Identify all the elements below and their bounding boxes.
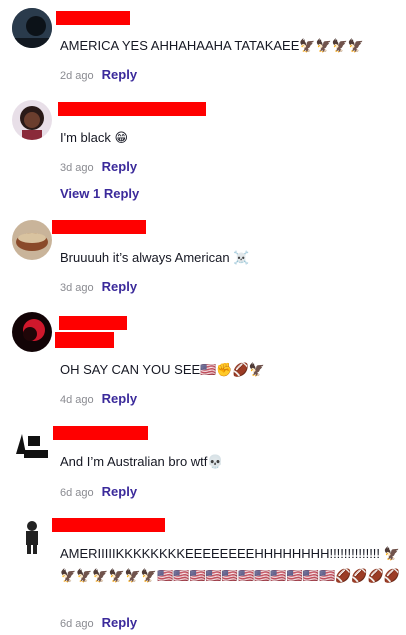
username-redacted: [56, 11, 130, 25]
username-redacted: [58, 102, 206, 116]
comment-meta: 3d ago Reply: [60, 279, 137, 294]
avatar[interactable]: [12, 424, 52, 464]
night-sky-avatar-image: [12, 8, 52, 48]
person-avatar-image: [12, 100, 52, 140]
comment-text: And I’m Australian bro wtf💀: [60, 454, 224, 469]
timestamp: 2d ago: [60, 70, 94, 82]
username-redacted: [53, 426, 148, 440]
timestamp: 6d ago: [60, 618, 94, 630]
comment-text: Bruuuuh it’s always American ☠️: [60, 250, 250, 265]
reply-button[interactable]: Reply: [102, 279, 137, 294]
comment: I'm black 😁 3d ago Reply View 1 Reply: [0, 92, 406, 204]
comment-meta: 3d ago Reply: [60, 159, 137, 174]
comment-text: AMERICA YES AHHAHAAHA TATAKAEE🦅🦅🦅🦅: [60, 38, 365, 53]
figure-avatar-image: [12, 516, 52, 556]
timestamp: 6d ago: [60, 487, 94, 499]
username-redacted: [55, 332, 114, 348]
username-redacted: [52, 518, 165, 532]
timestamp: 3d ago: [60, 162, 94, 174]
comment-meta: 4d ago Reply: [60, 391, 137, 406]
comment: Bruuuuh it’s always American ☠️ 3d ago Re…: [0, 212, 406, 302]
timestamp: 3d ago: [60, 282, 94, 294]
comment-text: AMERIIIIIKKKKKKKKEEEEEEEEHHHHHHHH!!!!!!!…: [60, 546, 400, 583]
avatar[interactable]: [12, 516, 52, 556]
comment: OH SAY CAN YOU SEE🇺🇸✊🏈🦅 4d ago Reply: [0, 304, 406, 416]
comment-text: I'm black 😁: [60, 130, 129, 145]
food-avatar-image: [12, 220, 52, 260]
avatar[interactable]: [12, 312, 52, 352]
reply-button[interactable]: Reply: [102, 67, 137, 82]
reply-button[interactable]: Reply: [102, 159, 137, 174]
red-silhouette-avatar-image: [12, 312, 52, 352]
comment-text: OH SAY CAN YOU SEE🇺🇸✊🏈🦅: [60, 362, 265, 377]
avatar[interactable]: [12, 220, 52, 260]
comment: And I’m Australian bro wtf💀 6d ago Reply: [0, 418, 406, 510]
avatar[interactable]: [12, 100, 52, 140]
username-redacted: [59, 316, 127, 330]
sticker-logo-avatar-image: [12, 424, 52, 464]
comment-meta: 6d ago Reply: [60, 484, 137, 499]
comment: AMERICA YES AHHAHAAHA TATAKAEE🦅🦅🦅🦅 2d ag…: [0, 0, 406, 92]
timestamp: 4d ago: [60, 394, 94, 406]
comment-meta: 6d ago Reply: [60, 615, 137, 630]
username-redacted: [52, 220, 146, 234]
avatar[interactable]: [12, 8, 52, 48]
reply-button[interactable]: Reply: [102, 484, 137, 499]
view-replies-button[interactable]: View 1 Reply: [60, 186, 139, 201]
reply-button[interactable]: Reply: [102, 615, 137, 630]
reply-button[interactable]: Reply: [102, 391, 137, 406]
comment-meta: 2d ago Reply: [60, 67, 137, 82]
comment: AMERIIIIIKKKKKKKKEEEEEEEEHHHHHHHH!!!!!!!…: [0, 510, 406, 635]
